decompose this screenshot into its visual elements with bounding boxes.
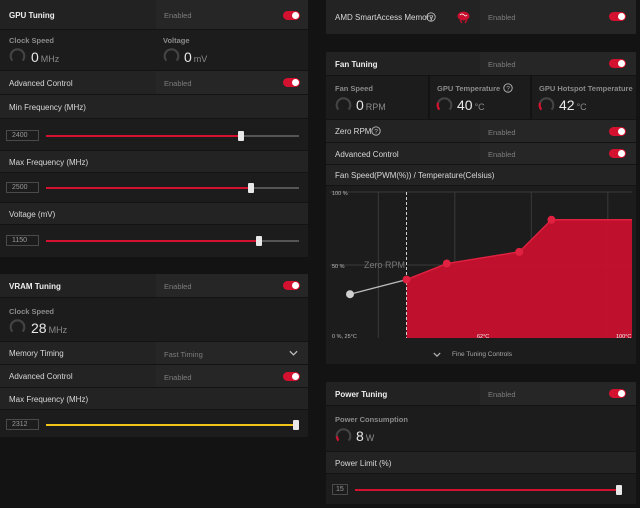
memory-timing-select[interactable]: Fast Timing: [164, 350, 203, 359]
gpu-advanced-control-toggle[interactable]: [283, 78, 300, 87]
vram-clock-value: 28 MHz: [31, 320, 68, 336]
gpu-clock-value: 0 MHz: [31, 49, 60, 65]
question-circle-icon[interactable]: ?: [426, 12, 436, 22]
vram-tuning-status: Enabled: [164, 282, 192, 291]
power-limit-slider[interactable]: [355, 485, 622, 495]
min-frequency-label: Min Frequency (MHz): [9, 103, 86, 112]
gpu-temperature-label: GPU Temperature: [437, 84, 501, 93]
fan-tuning-toggle[interactable]: [609, 59, 626, 68]
max-frequency-input[interactable]: 2500: [6, 182, 39, 193]
min-frequency-input[interactable]: 2400: [6, 130, 39, 141]
gpu-voltage-gauge-icon: [163, 48, 180, 62]
zero-rpm-toggle[interactable]: [609, 127, 626, 136]
power-tuning-title: Power Tuning: [335, 390, 388, 399]
question-circle-icon[interactable]: ?: [503, 83, 513, 93]
zero-rpm-label: Zero RPM: [335, 127, 372, 136]
vram-advanced-control-status: Enabled: [164, 373, 192, 382]
voltage-input[interactable]: 1150: [6, 235, 39, 246]
vram-max-frequency-slider[interactable]: [46, 420, 299, 430]
svg-text:?: ?: [374, 129, 378, 136]
smartaccess-memory-toggle[interactable]: [609, 12, 626, 21]
gpu-advanced-control-label: Advanced Control: [9, 79, 73, 88]
y-tick-label: 50 %: [332, 264, 345, 270]
power-tuning-status: Enabled: [488, 390, 516, 399]
power-limit-input[interactable]: 15: [332, 484, 348, 495]
fan-curve-point[interactable]: [442, 259, 451, 268]
fan-curve-title: Fan Speed(PWM(%)) / Temperature(Celsius): [335, 171, 495, 180]
gpu-clock-label: Clock Speed: [9, 36, 55, 45]
x-tick-label: 100°C: [616, 334, 631, 340]
power-consumption-label: Power Consumption: [335, 415, 408, 424]
gpu-voltage-value: 0 mV: [184, 49, 208, 65]
vram-max-frequency-label: Max Frequency (MHz): [9, 395, 89, 404]
vram-tuning-panel: VRAM Tuning Enabled Clock Speed 28 MHz Me…: [0, 274, 308, 438]
voltage-slider[interactable]: [46, 236, 299, 246]
fan-curve-point[interactable]: [515, 247, 524, 256]
smartaccess-memory-panel: AMD SmartAccess Memory ? Enabled: [326, 0, 636, 34]
fine-tuning-controls-link[interactable]: Fine Tuning Controls: [452, 351, 512, 358]
zero-rpm-status: Enabled: [488, 128, 516, 137]
fan-advanced-control-toggle[interactable]: [609, 149, 626, 158]
fan-curve-point[interactable]: [402, 275, 411, 284]
fan-tuning-panel: Fan Tuning Enabled Fan Speed 0 RPM GPU Te…: [326, 52, 636, 364]
x-tick-label: 62°C: [477, 334, 489, 340]
gpu-clock-gauge-icon: [9, 48, 26, 62]
svg-text:?: ?: [429, 15, 433, 22]
power-tuning-toggle[interactable]: [609, 389, 626, 398]
fan-tuning-status: Enabled: [488, 60, 516, 69]
gpu-temperature-gauge-icon: [436, 97, 453, 111]
power-tuning-panel: Power Tuning Enabled Power Consumption 8…: [326, 382, 636, 504]
y-tick-label: 0 %, 25°C: [332, 334, 357, 340]
memory-timing-label: Memory Timing: [9, 349, 64, 358]
gpu-temperature-value: 40 °C: [457, 97, 485, 113]
gpu-tuning-panel: GPU Tuning Enabled Clock Speed 0 MHz Volt…: [0, 0, 308, 258]
brain-icon: [457, 11, 470, 24]
chevron-down-icon[interactable]: [433, 352, 441, 358]
svg-text:?: ?: [506, 86, 510, 93]
fan-advanced-control-label: Advanced Control: [335, 150, 399, 159]
smartaccess-memory-label: AMD SmartAccess Memory: [335, 13, 434, 22]
power-limit-label: Power Limit (%): [335, 459, 392, 468]
fan-curve-area: [406, 219, 632, 338]
hotspot-temperature-gauge-icon: [538, 97, 555, 111]
y-tick-label: 100 %: [332, 191, 348, 197]
power-consumption-gauge-icon: [335, 428, 352, 442]
max-frequency-label: Max Frequency (MHz): [9, 158, 89, 167]
fan-speed-value: 0 RPM: [356, 97, 386, 113]
vram-tuning-title: VRAM Tuning: [9, 282, 61, 291]
smartaccess-memory-status: Enabled: [488, 13, 516, 22]
gpu-tuning-header: GPU Tuning Enabled: [0, 0, 308, 30]
power-consumption-value: 8W: [356, 428, 375, 444]
fan-speed-gauge-icon: [335, 97, 352, 111]
vram-tuning-toggle[interactable]: [283, 281, 300, 290]
vram-clock-gauge-icon: [9, 319, 26, 333]
max-frequency-slider[interactable]: [46, 183, 299, 193]
gpu-advanced-control-status: Enabled: [164, 79, 192, 88]
zero-rpm-chart-label: Zero RPM: [364, 260, 405, 270]
question-circle-icon[interactable]: ?: [371, 126, 381, 136]
vram-advanced-control-toggle[interactable]: [283, 372, 300, 381]
gpu-tuning-toggle[interactable]: [283, 11, 300, 20]
zero-rpm-point: [346, 290, 354, 299]
fan-tuning-title: Fan Tuning: [335, 60, 378, 69]
hotspot-temperature-value: 42 °C: [559, 97, 587, 113]
fan-advanced-control-status: Enabled: [488, 150, 516, 159]
chevron-down-icon[interactable]: [289, 350, 298, 357]
min-frequency-slider[interactable]: [46, 131, 299, 141]
vram-advanced-control-label: Advanced Control: [9, 372, 73, 381]
voltage-label: Voltage (mV): [9, 210, 56, 219]
gpu-tuning-title: GPU Tuning: [9, 11, 55, 20]
fan-curve-point[interactable]: [547, 215, 556, 224]
hotspot-temperature-label: GPU Hotspot Temperature: [539, 84, 633, 93]
fan-speed-label: Fan Speed: [335, 84, 373, 93]
gpu-tuning-status: Enabled: [164, 11, 192, 20]
gpu-voltage-label: Voltage: [163, 36, 190, 45]
vram-clock-label: Clock Speed: [9, 307, 55, 316]
vram-max-frequency-input[interactable]: 2312: [6, 419, 39, 430]
fan-curve-chart[interactable]: 100 % 50 % 0 %, 25°C 62°C 100°C Zero RPM: [326, 186, 636, 346]
